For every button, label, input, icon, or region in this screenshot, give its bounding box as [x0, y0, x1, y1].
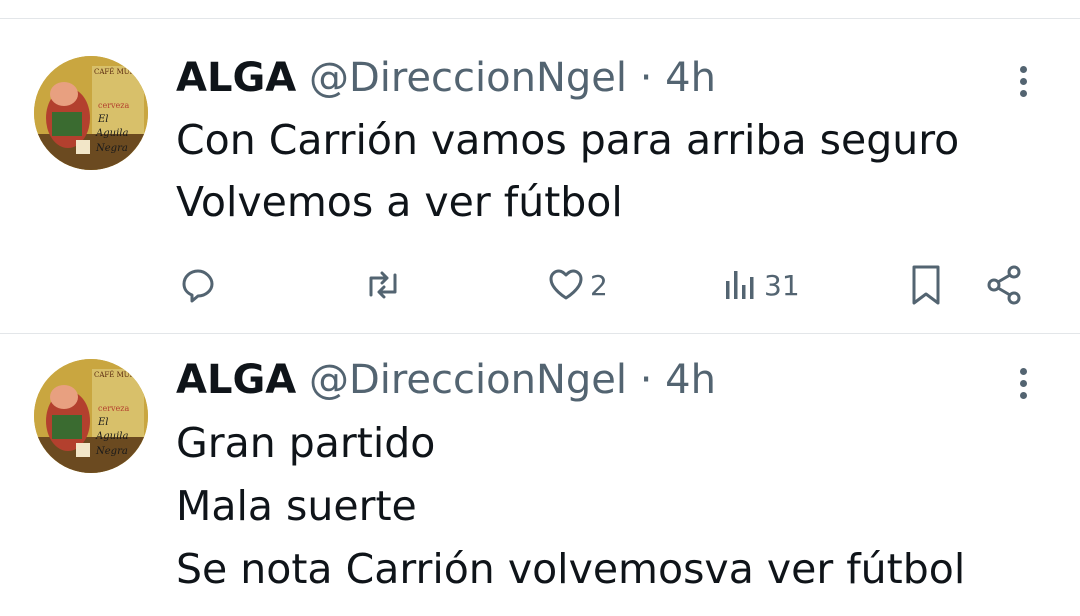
- tweet-text-line: Gran partido: [176, 419, 436, 467]
- separator-dot: ·: [639, 55, 653, 101]
- user-handle[interactable]: @DireccionNgel: [309, 357, 627, 403]
- display-name[interactable]: ALGA: [176, 357, 296, 403]
- tweet-actions: 2 31: [0, 260, 1080, 310]
- tweet-header: ALGA @DireccionNgel · 4h: [176, 53, 716, 103]
- heart-icon: [549, 269, 583, 300]
- more-options-icon[interactable]: [1010, 364, 1038, 404]
- bookmark-icon: [912, 265, 940, 305]
- retweet-button[interactable]: [362, 260, 404, 310]
- display-name[interactable]: ALGA: [176, 55, 296, 101]
- top-divider: [0, 18, 1080, 19]
- avatar-text-cerveza: cerveza: [98, 404, 130, 413]
- avatar-text-cerveza: cerveza: [98, 101, 130, 110]
- tweet-text-line: Volvemos a ver fútbol: [176, 178, 623, 226]
- views-icon: [726, 271, 754, 299]
- tweet-header: ALGA @DireccionNgel · 4h: [176, 355, 716, 405]
- timestamp[interactable]: 4h: [665, 357, 716, 403]
- avatar-text-el: El: [97, 417, 109, 428]
- bookmark-button[interactable]: [906, 260, 946, 310]
- avatar-text-negra: Negra: [95, 143, 128, 154]
- avatar-text-cafe: CAFÉ MUNICH: [94, 370, 148, 379]
- tweet-divider: [0, 333, 1080, 334]
- more-options-icon[interactable]: [1010, 62, 1038, 102]
- avatar-text-aguila: Aguila: [95, 128, 128, 139]
- avatar-text-aguila: Aguila: [95, 431, 128, 442]
- avatar-text-negra: Negra: [95, 446, 128, 457]
- tweet-text-line: Se nota Carrión volvemosva ver fútbol: [176, 545, 966, 593]
- views-button[interactable]: 31: [722, 260, 800, 310]
- share-button[interactable]: [984, 260, 1024, 310]
- reply-icon: [182, 269, 214, 303]
- tweet-text-line: Con Carrión vamos para arriba seguro: [176, 116, 960, 164]
- like-button[interactable]: 2: [546, 260, 608, 310]
- like-count: 2: [590, 268, 608, 302]
- avatar[interactable]: CAFÉ MUNICH cerveza El Aguila Negra: [34, 359, 148, 473]
- tweet-text-line: Mala suerte: [176, 482, 417, 530]
- timestamp[interactable]: 4h: [665, 55, 716, 101]
- user-handle[interactable]: @DireccionNgel: [309, 55, 627, 101]
- retweet-icon: [369, 271, 397, 299]
- avatar-text-el: El: [97, 114, 109, 125]
- separator-dot: ·: [639, 357, 653, 403]
- share-icon: [987, 265, 1021, 305]
- avatar[interactable]: CAFÉ MUNICH cerveza El Aguila Negra: [34, 56, 148, 170]
- views-count: 31: [764, 268, 800, 302]
- reply-button[interactable]: [178, 260, 218, 310]
- avatar-text-cafe: CAFÉ MUNICH: [94, 67, 148, 76]
